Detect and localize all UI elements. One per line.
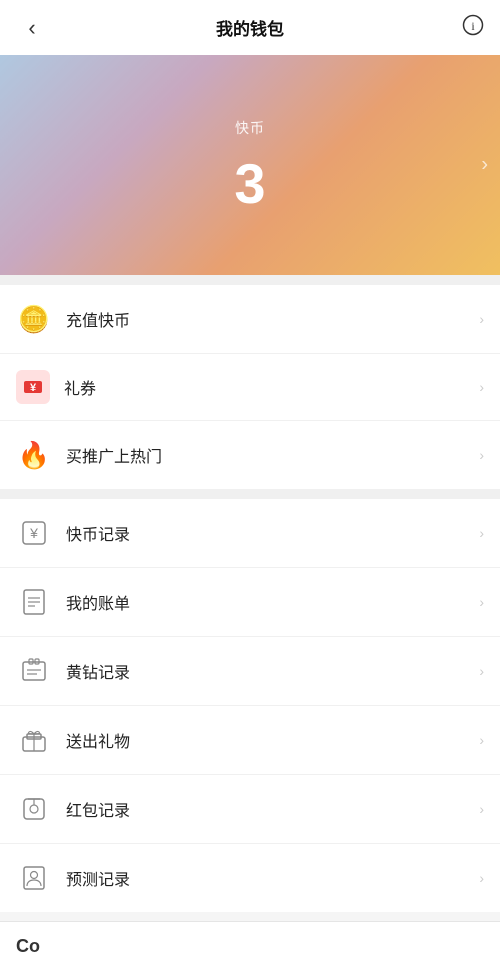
send-gift-icon [16, 722, 52, 758]
wallet-banner: 快币 3 › [0, 55, 500, 275]
coupon-chevron: › [479, 379, 484, 395]
promote-label: 买推广上热门 [66, 443, 479, 467]
menu-item-my-bill[interactable]: 我的账单 › [0, 568, 500, 637]
secondary-menu-section: ¥ 快币记录 › 我的账单 › 黄钻记 [0, 499, 500, 912]
redpacket-label: 红包记录 [66, 797, 479, 821]
my-bill-icon [16, 584, 52, 620]
coupon-label: 礼券 [64, 375, 479, 399]
menu-item-gold-records[interactable]: 黄钻记录 › [0, 637, 500, 706]
menu-item-browse-records[interactable]: 预测记录 › [0, 844, 500, 912]
back-button[interactable]: ‹ [16, 15, 48, 41]
send-gift-chevron: › [479, 732, 484, 748]
svg-text:i: i [471, 19, 475, 33]
coin-records-label: 快币记录 [66, 521, 479, 545]
coin-records-chevron: › [479, 525, 484, 541]
gold-records-chevron: › [479, 663, 484, 679]
redpacket-icon [16, 791, 52, 827]
page-title: 我的钱包 [216, 15, 284, 40]
browse-records-icon [16, 860, 52, 896]
primary-menu-section: 🪙 充值快币 › ¥ 礼券 › 🔥 买推广上热门 › [0, 285, 500, 489]
svg-text:¥: ¥ [29, 525, 38, 541]
my-bill-label: 我的账单 [66, 590, 479, 614]
banner-label: 快币 [235, 118, 265, 138]
svg-text:¥: ¥ [30, 382, 37, 394]
section-divider-1 [0, 275, 500, 285]
my-bill-chevron: › [479, 594, 484, 610]
banner-arrow: › [481, 154, 488, 177]
menu-item-recharge[interactable]: 🪙 充值快币 › [0, 285, 500, 354]
menu-item-coin-records[interactable]: ¥ 快币记录 › [0, 499, 500, 568]
gold-records-icon [16, 653, 52, 689]
menu-item-coupon[interactable]: ¥ 礼券 › [0, 354, 500, 421]
redpacket-chevron: › [479, 801, 484, 817]
menu-item-redpacket[interactable]: 红包记录 › [0, 775, 500, 844]
header: ‹ 我的钱包 i [0, 0, 500, 55]
section-divider-2 [0, 489, 500, 499]
promote-chevron: › [479, 447, 484, 463]
coupon-icon: ¥ [16, 370, 50, 404]
browse-records-label: 预测记录 [66, 866, 479, 890]
bottom-co-text: Co [16, 936, 40, 957]
recharge-icon: 🪙 [16, 301, 52, 337]
browse-records-chevron: › [479, 870, 484, 886]
recharge-chevron: › [479, 311, 484, 327]
menu-item-send-gift[interactable]: 送出礼物 › [0, 706, 500, 775]
info-button[interactable]: i [452, 14, 484, 41]
coin-records-icon: ¥ [16, 515, 52, 551]
banner-value: 3 [234, 156, 265, 212]
send-gift-label: 送出礼物 [66, 728, 479, 752]
promote-icon: 🔥 [16, 437, 52, 473]
menu-item-promote[interactable]: 🔥 买推广上热门 › [0, 421, 500, 489]
recharge-label: 充值快币 [66, 307, 479, 331]
gold-records-label: 黄钻记录 [66, 659, 479, 683]
bottom-tab-bar: Co [0, 921, 500, 971]
